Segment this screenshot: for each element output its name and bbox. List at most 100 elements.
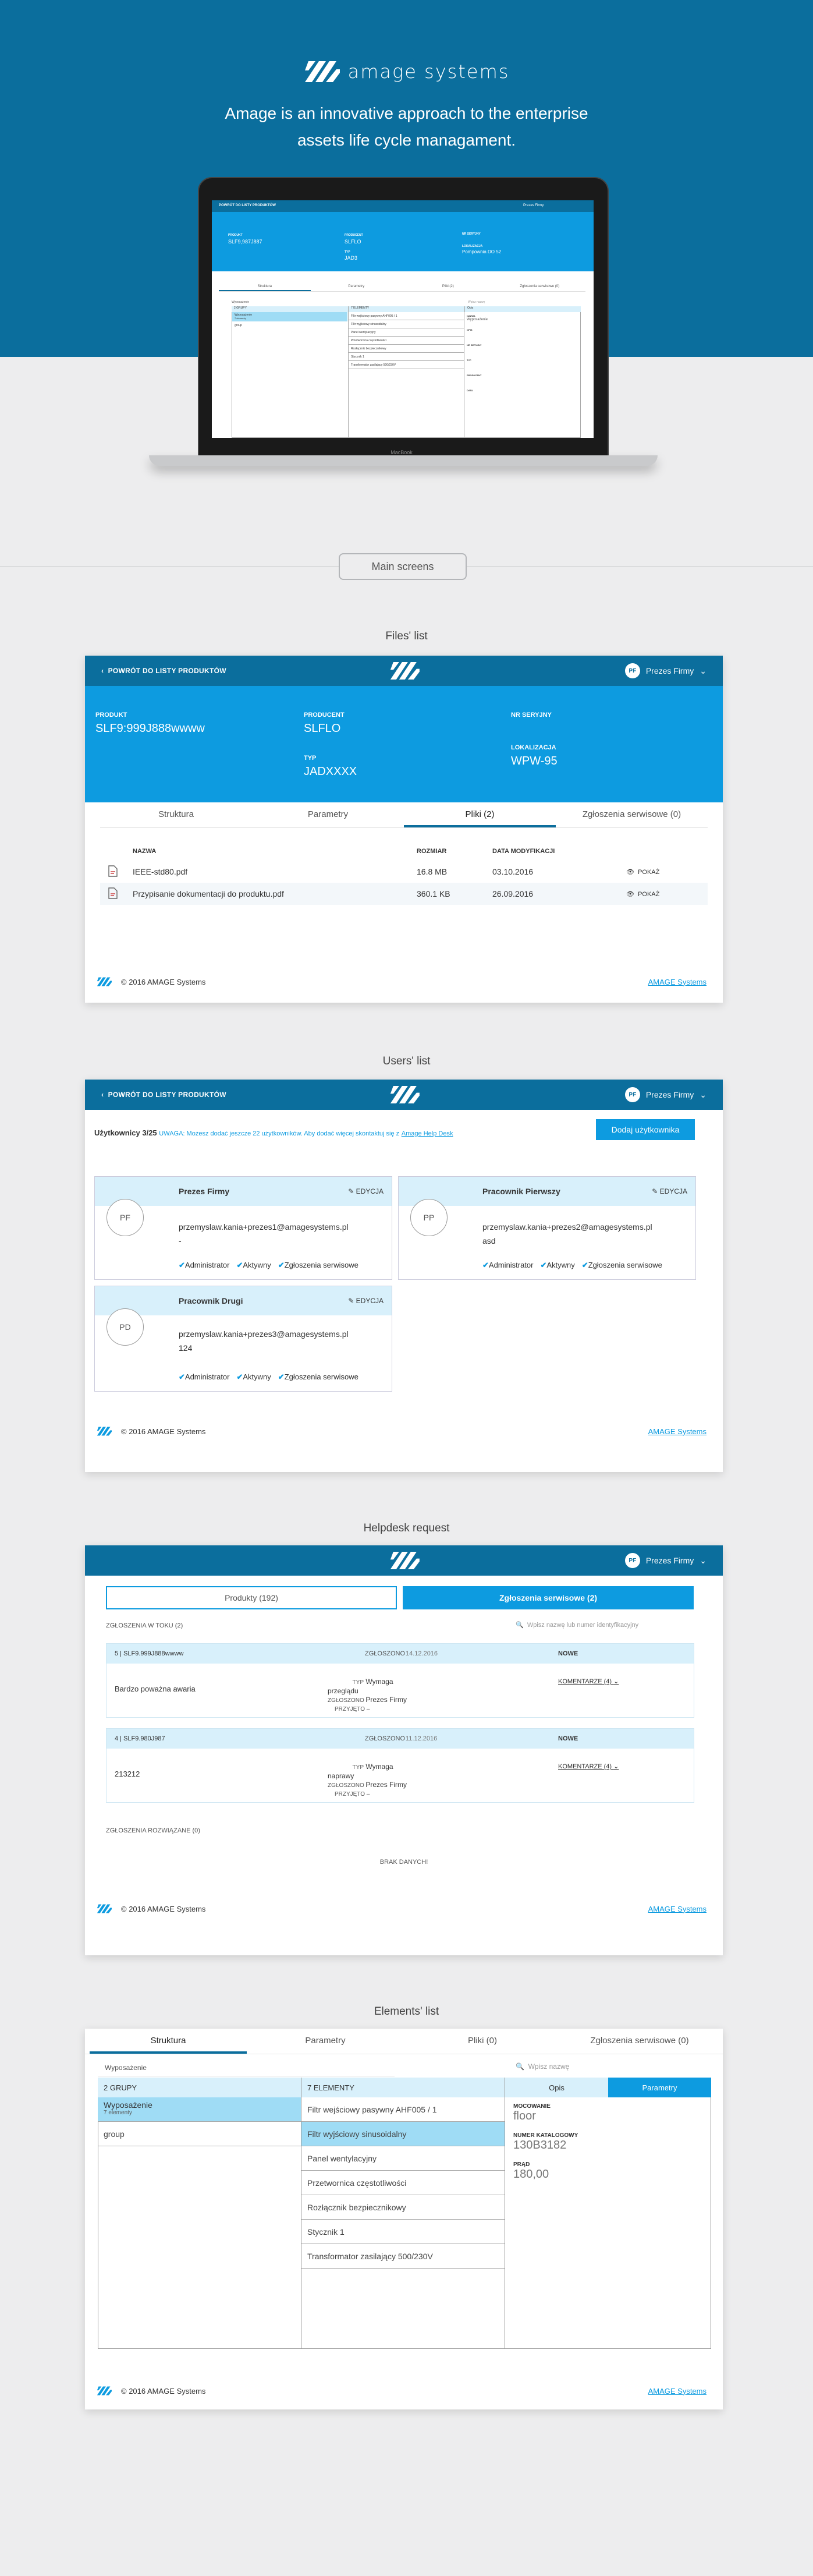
laptop-tab-parametry[interactable]: Parametry [311,285,403,291]
element-item-selected[interactable]: Filtr wyjściowy sinusoidalny [301,2122,505,2146]
laptop-element[interactable]: Filtr wyjściowy sinusoidalny [349,320,464,328]
perm-label: Aktywny [243,1261,271,1269]
laptop-tab-pliki[interactable]: Pliki (2) [402,285,494,291]
tab-opis[interactable]: Opis [505,2078,608,2097]
tab-parametry[interactable]: Parametry [252,802,404,827]
laptop-element[interactable]: Przetwornica częstotliwości [349,337,464,345]
user-extra: - [179,1236,182,1245]
laptop-product: SLF9,987J887 [228,239,262,245]
show-file-button[interactable]: 👁 POKAŻ [626,868,659,876]
comments-toggle[interactable]: KOMENTARZE (4) ⌄ [558,1678,619,1685]
laptop-user[interactable]: Prezes Firmy [523,204,544,207]
tab-service-requests[interactable]: Zgłoszenia serwisowe (2) [403,1586,694,1609]
back-link[interactable]: ‹ POWRÓT DO LISTY PRODUKTÓW [101,667,226,675]
laptop-element[interactable]: Transformator zasilający 500/230V [349,361,464,369]
tab-struktura[interactable]: Struktura [100,802,252,827]
footer-link[interactable]: AMAGE Systems [648,1427,707,1436]
table-row[interactable]: Przypisanie dokumentacji do produktu.pdf… [100,883,708,905]
laptop-element[interactable]: Stycznik 1 [349,353,464,361]
request-description: 213212 [115,1770,140,1778]
param-label: PRĄD [513,2161,530,2168]
laptop-tab-struktura[interactable]: Struktura [219,285,311,291]
param-value: floor [513,2110,536,2122]
element-item[interactable]: Transformator zasilający 500/230V [301,2244,505,2269]
element-item[interactable]: Panel wentylacyjny [301,2146,505,2171]
tab-zgloszenia[interactable]: Zgłoszenia serwisowe (0) [556,802,708,827]
user-menu[interactable]: PF Prezes Firmy ⌄ [624,1553,707,1568]
user-card[interactable]: Pracownik Pierwszy ✎ EDYCJA PP przemyslaw… [398,1176,696,1280]
group-filter-input[interactable]: Wyposażenie [98,2059,395,2076]
user-card[interactable]: Pracownik Drugi ✎ EDYCJA PD przemyslaw.ka… [94,1286,392,1392]
table-row[interactable]: IEEE-std80.pdf 16.8 MB 03.10.2016 👁 POKA… [100,861,708,883]
user-permissions: ✔Administrator ✔Aktywny ✔Zgłoszenia serwis… [179,1372,358,1382]
tab-pliki[interactable]: Pliki (0) [404,2029,561,2054]
tab-products[interactable]: Produkty (192) [106,1586,397,1609]
user-avatar: PF [106,1199,144,1236]
laptop-element[interactable]: Filtr wejściowy pasywny AHF005 / 1 [349,312,464,320]
add-user-button[interactable]: Dodaj użytkownika [596,1119,695,1140]
pencil-icon: ✎ [652,1187,660,1195]
user-menu[interactable]: PF Prezes Firmy ⌄ [624,663,707,678]
laptop-group-1[interactable]: Wyposażenie 7 elementy [232,312,347,321]
laptop-search-value[interactable]: Wyposażenie [232,300,249,304]
param-value: 130B3182 [513,2139,567,2152]
request-card[interactable]: 4 | SLF9.980J987 ZGŁOSZONO 11.12.2016 NOWE … [106,1728,694,1803]
perm-label: Zgłoszenia serwisowe [284,1372,358,1381]
edit-button[interactable]: ✎ EDYCJA [348,1187,384,1195]
laptop-group-2[interactable]: group [235,324,242,327]
product-label: PRODUKT [95,712,127,719]
check-icon: ✔ [278,1372,285,1381]
laptop-tab-zgloszenia[interactable]: Zgłoszenia serwisowe (0) [494,285,586,291]
search-input[interactable]: 🔍 Wpisz nazwę [516,2062,569,2071]
laptop-search-placeholder[interactable]: Wpisz nazwę [468,300,485,304]
laptop-typ-label: TYP [345,250,350,254]
footer: © 2016 AMAGE Systems AMAGE Systems [97,2386,707,2395]
laptop-back-link[interactable]: POWRÓT DO LISTY PRODUKTÓW [219,204,276,207]
footer-link[interactable]: AMAGE Systems [648,2387,707,2395]
show-label: POKAŻ [638,868,660,876]
file-size: 360.1 KB [417,889,450,898]
request-card[interactable]: 5 | SLF9.999J888wwww ZGŁOSZONO 14.12.2016 N… [106,1643,694,1718]
copyright: © 2016 AMAGE Systems [121,2386,206,2395]
group-item-selected[interactable]: Wyposażenie 7 elementy [98,2097,301,2122]
edit-button[interactable]: ✎ EDYCJA [348,1297,384,1305]
laptop-product-label: PRODUKT [228,233,243,237]
user-menu[interactable]: PF Prezes Firmy ⌄ [624,1087,707,1102]
element-item[interactable]: Stycznik 1 [301,2220,505,2244]
reported-label: ZGŁOSZONO [365,1735,406,1742]
laptop-element[interactable]: Panel wentylacyjny [349,328,464,337]
laptop-detail-label: DATA [467,389,473,392]
group-count: 7 elementy [104,2110,132,2116]
location-label: LOKALIZACJA [511,744,556,751]
help-desk-link[interactable]: Amage Help Desk [402,1130,453,1137]
element-item[interactable]: Rozłącznik bezpiecznikowy [301,2195,505,2220]
param-label: NUMER KATALOGOWY [513,2132,578,2139]
element-item[interactable]: Przetwornica częstotliwości [301,2171,505,2195]
groups-column: 2 GRUPY Wyposażenie 7 elementy group [98,2078,301,2349]
group-item[interactable]: group [98,2122,301,2146]
tab-pliki[interactable]: Pliki (2) [404,802,556,827]
user-email: przemyslaw.kania+prezes1@amagesystems.pl [179,1222,349,1232]
tab-struktura[interactable]: Struktura [90,2029,247,2054]
back-link[interactable]: ‹ POWRÓT DO LISTY PRODUKTÓW [101,1091,226,1099]
search-input[interactable]: 🔍 Wpisz nazwę lub numer identyfikacyjny [516,1621,638,1629]
footer-link[interactable]: AMAGE Systems [648,1905,707,1913]
laptop-loc: Pompownia DO 52 [462,249,502,254]
typ-value: JADXXXX [304,765,357,778]
request-reporter: Prezes Firmy [365,1696,407,1704]
element-item[interactable]: Filtr wejściowy pasywny AHF005 / 1 [301,2097,505,2122]
tab-zgloszenia[interactable]: Zgłoszenia serwisowe (0) [561,2029,718,2054]
laptop-element[interactable]: Rozłącznik bezpiecznikowy [349,345,464,353]
comments-toggle[interactable]: KOMENTARZE (4) ⌄ [558,1763,619,1770]
copyright: © 2016 AMAGE Systems [121,1427,206,1436]
files-card: ‹ POWRÓT DO LISTY PRODUKTÓW PF Prezes Fir… [85,656,723,1003]
tab-parametry-detail[interactable]: Parametry [608,2078,711,2097]
meta-label: ZGŁOSZONO [328,1782,364,1789]
show-file-button[interactable]: 👁 POKAŻ [626,890,659,898]
edit-button[interactable]: ✎ EDYCJA [652,1187,687,1195]
tab-parametry[interactable]: Parametry [247,2029,404,2054]
user-card[interactable]: Prezes Firmy ✎ EDYCJA PF przemyslaw.kania… [94,1176,392,1280]
helpdesk-card: PF Prezes Firmy ⌄ Produkty (192) Zgłoszeni… [85,1545,723,1955]
footer-link[interactable]: AMAGE Systems [648,978,707,986]
typ-label: TYP [304,755,317,762]
